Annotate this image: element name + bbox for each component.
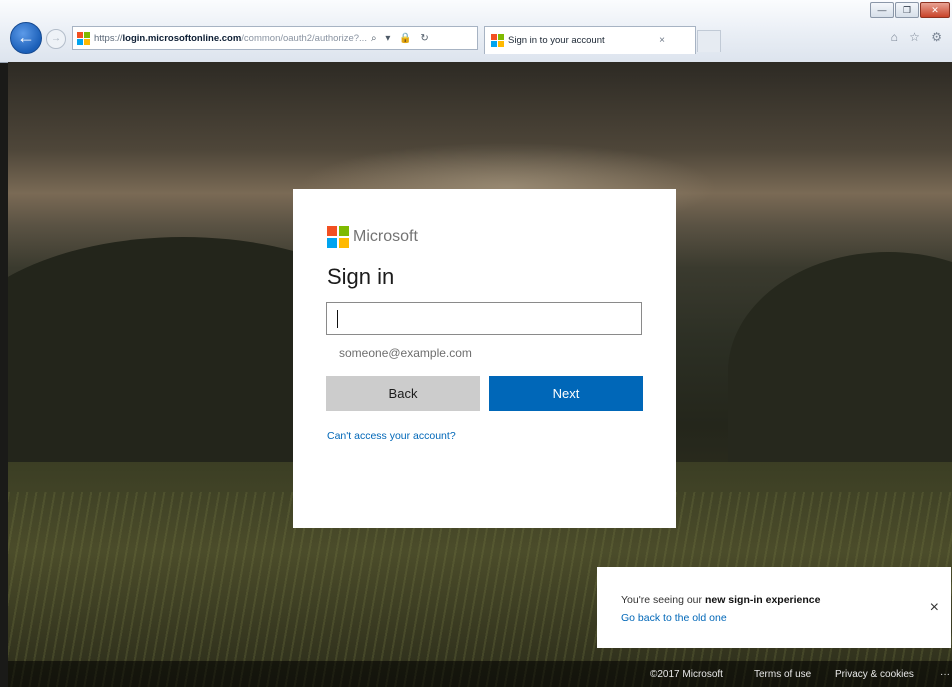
old-experience-link[interactable]: Go back to the old one	[621, 612, 727, 624]
url-path: /common/oauth2/authorize?...	[241, 32, 367, 44]
footer: ©2017 Microsoft Terms of use Privacy & c…	[8, 661, 952, 687]
new-experience-toast: You're seeing our new sign-in experience…	[597, 567, 951, 648]
sign-in-card: Microsoft Sign in someone@example.com Ba…	[293, 189, 676, 528]
email-hint: someone@example.com	[339, 346, 472, 360]
terms-of-use-link[interactable]: Terms of use	[754, 669, 811, 680]
window-controls: — ❐ ✕	[870, 2, 950, 18]
back-button[interactable]: Back	[326, 376, 480, 411]
brand-name: Microsoft	[353, 228, 418, 245]
tab-sign-in[interactable]: Sign in to your account ×	[484, 26, 696, 54]
privacy-cookies-link[interactable]: Privacy & cookies	[835, 669, 914, 680]
microsoft-brand: Microsoft	[327, 226, 418, 248]
page-title: Sign in	[327, 264, 395, 289]
copyright-text: ©2017 Microsoft	[650, 669, 723, 680]
url-host: login.microsoftonline.com	[122, 32, 242, 44]
back-arrow-icon[interactable]: ←	[10, 22, 42, 54]
text-caret	[337, 310, 338, 328]
toast-message-bold: new sign-in experience	[704, 594, 821, 606]
address-bar-icons[interactable]: ⌕ ▾ 🔒 ↻	[371, 33, 432, 44]
address-bar[interactable]: https:// login.microsoftonline.com /comm…	[72, 26, 478, 50]
browser-chrome: — ❐ ✕ ← → https:// login.microsoftonline…	[0, 0, 952, 63]
close-icon[interactable]: ×	[930, 599, 939, 617]
toolbar-icons[interactable]: ⌂ ☆ ⚙	[891, 30, 946, 44]
tab-title: Sign in to your account	[508, 35, 605, 46]
site-favicon-icon	[77, 31, 90, 45]
tab-favicon-icon	[491, 34, 504, 47]
minimize-button[interactable]: —	[870, 2, 894, 18]
tab-close-icon[interactable]: ×	[659, 35, 665, 46]
forward-arrow-icon[interactable]: →	[46, 29, 66, 49]
more-options-icon[interactable]: ···	[940, 669, 950, 680]
next-button[interactable]: Next	[489, 376, 643, 411]
microsoft-logo-icon	[327, 226, 349, 248]
email-field[interactable]	[326, 302, 642, 335]
cant-access-account-link[interactable]: Can't access your account?	[327, 430, 456, 442]
close-window-button[interactable]: ✕	[920, 2, 950, 18]
toast-message: You're seeing our new sign-in experience	[621, 594, 821, 606]
url-scheme: https://	[94, 32, 123, 44]
restore-button[interactable]: ❐	[895, 2, 919, 18]
new-tab-button[interactable]	[697, 30, 721, 52]
